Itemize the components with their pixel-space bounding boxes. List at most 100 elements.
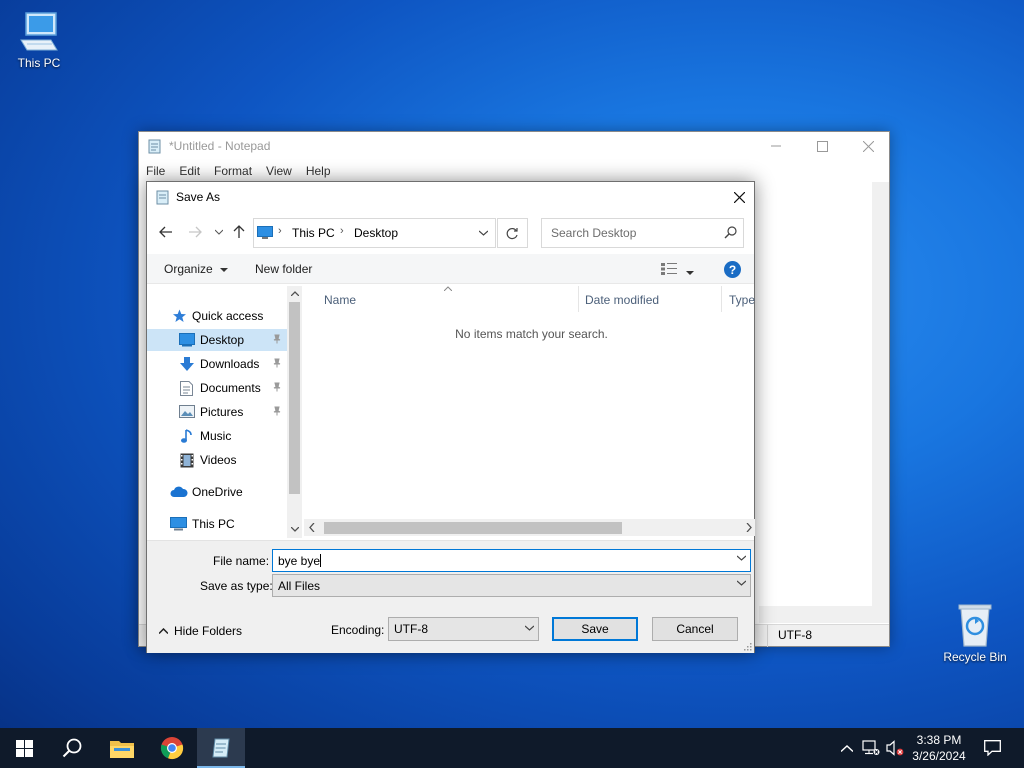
- chevron-down-icon: [215, 229, 223, 235]
- file-list-pane[interactable]: Name Date modified Type No items match y…: [304, 286, 755, 538]
- breadcrumb-desktop[interactable]: Desktop: [354, 226, 398, 240]
- pin-icon: [273, 382, 281, 392]
- nav-item-desktop[interactable]: Desktop: [147, 329, 287, 351]
- file-name-input[interactable]: bye bye: [272, 549, 751, 572]
- maximize-icon: [816, 140, 828, 152]
- taskbar-file-explorer[interactable]: [98, 728, 146, 768]
- menu-edit[interactable]: Edit: [172, 162, 207, 182]
- help-button[interactable]: ?: [724, 261, 741, 278]
- nav-item-pictures[interactable]: Pictures: [147, 401, 287, 423]
- desktop-icon-this-pc[interactable]: This PC: [1, 10, 77, 70]
- desktop-folder-icon: [179, 333, 195, 347]
- minimize-button[interactable]: [753, 132, 799, 160]
- taskbar-notepad[interactable]: [197, 728, 245, 768]
- notepad-horizontal-scrollbar[interactable]: [759, 606, 889, 623]
- dialog-titlebar[interactable]: Save As: [147, 182, 754, 212]
- chevron-down-icon[interactable]: [737, 555, 746, 561]
- network-status-button[interactable]: [860, 728, 882, 768]
- search-button[interactable]: [48, 728, 96, 768]
- refresh-button[interactable]: [497, 218, 528, 248]
- download-arrow-icon: [180, 357, 194, 371]
- nav-item-onedrive[interactable]: OneDrive: [147, 481, 287, 503]
- address-dropdown-button[interactable]: [471, 219, 495, 247]
- pin-icon: [273, 334, 281, 344]
- notepad-titlebar[interactable]: *Untitled - Notepad: [139, 132, 889, 160]
- scrollbar-thumb[interactable]: [324, 522, 622, 534]
- start-button[interactable]: [0, 728, 48, 768]
- folder-icon: [110, 740, 134, 758]
- desktop-icon-recycle-bin[interactable]: Recycle Bin: [937, 602, 1013, 664]
- status-encoding: UTF-8: [767, 625, 812, 647]
- back-button[interactable]: [157, 223, 175, 241]
- column-divider[interactable]: [578, 286, 579, 312]
- forward-button[interactable]: [186, 223, 204, 241]
- address-bar[interactable]: › This PC › Desktop: [253, 218, 496, 248]
- cancel-button[interactable]: Cancel: [652, 617, 738, 641]
- organize-label: Organize: [164, 262, 213, 276]
- menu-file[interactable]: File: [139, 162, 172, 182]
- column-header-date-modified[interactable]: Date modified: [585, 286, 659, 312]
- organize-button[interactable]: Organize: [164, 262, 229, 276]
- volume-button[interactable]: [884, 728, 906, 768]
- chrome-icon: [160, 737, 184, 760]
- new-folder-button[interactable]: New folder: [255, 262, 312, 276]
- column-header-name[interactable]: Name: [324, 286, 356, 312]
- resize-grip-icon[interactable]: [744, 643, 752, 651]
- close-button[interactable]: [845, 132, 891, 160]
- nav-item-quick-access[interactable]: Quick access: [147, 305, 287, 327]
- notepad-vertical-scrollbar[interactable]: [872, 182, 889, 614]
- nav-label: Music: [200, 429, 232, 443]
- document-icon: [180, 381, 193, 396]
- nav-item-this-pc[interactable]: This PC: [147, 513, 287, 535]
- view-options-button[interactable]: [661, 263, 679, 278]
- file-name-value: bye bye: [278, 554, 321, 568]
- up-arrow-icon: [233, 225, 245, 238]
- column-divider[interactable]: [721, 286, 722, 312]
- navigation-pane-scrollbar[interactable]: [287, 286, 302, 538]
- maximize-button[interactable]: [799, 132, 845, 160]
- file-name-label: File name:: [213, 554, 270, 568]
- up-button[interactable]: [230, 223, 248, 241]
- show-hidden-icons-button[interactable]: [838, 728, 856, 768]
- column-header-type[interactable]: Type: [729, 286, 755, 312]
- recent-locations-button[interactable]: [210, 223, 228, 241]
- scroll-down-button[interactable]: [287, 522, 302, 537]
- pin-icon: [273, 406, 281, 416]
- view-dropdown-button[interactable]: [686, 265, 694, 279]
- nav-item-documents[interactable]: Documents: [147, 377, 287, 399]
- nav-item-downloads[interactable]: Downloads: [147, 353, 287, 375]
- dialog-close-button[interactable]: [724, 182, 754, 212]
- notepad-icon: [156, 190, 169, 205]
- breadcrumb-separator-icon: ›: [278, 225, 282, 237]
- encoding-select[interactable]: UTF-8: [388, 617, 539, 641]
- menu-format[interactable]: Format: [207, 162, 259, 182]
- hide-folders-button[interactable]: Hide Folders: [159, 624, 242, 638]
- breadcrumb-this-pc[interactable]: This PC: [292, 226, 335, 240]
- help-icon: ?: [728, 262, 737, 277]
- nav-label: This PC: [192, 517, 235, 531]
- film-icon: [180, 453, 194, 468]
- menu-help[interactable]: Help: [299, 162, 338, 182]
- desktop-icon-label: Recycle Bin: [943, 650, 1007, 664]
- encoding-value: UTF-8: [394, 622, 428, 636]
- scroll-up-button[interactable]: [287, 286, 302, 301]
- this-pc-icon: [257, 226, 273, 239]
- clock[interactable]: 3:38 PM 3/26/2024: [904, 732, 974, 764]
- nav-item-videos[interactable]: Videos: [147, 449, 287, 471]
- nav-item-music[interactable]: Music: [147, 425, 287, 447]
- scrollbar-thumb[interactable]: [289, 302, 300, 494]
- pin-icon: [273, 358, 281, 368]
- save-button[interactable]: Save: [552, 617, 638, 641]
- file-list-horizontal-scrollbar[interactable]: [304, 519, 755, 536]
- back-arrow-icon: [159, 226, 172, 238]
- save-as-dialog[interactable]: Save As › This PC › Desktop Search Deskt…: [146, 181, 755, 653]
- chevron-down-icon: [478, 230, 488, 236]
- save-as-type-select[interactable]: All Files: [272, 574, 751, 597]
- taskbar-chrome[interactable]: [148, 728, 196, 768]
- chevron-right-icon: [746, 523, 752, 532]
- action-center-button[interactable]: [978, 728, 1006, 768]
- menu-view[interactable]: View: [259, 162, 299, 182]
- computer-icon: [170, 517, 187, 531]
- chevron-left-icon: [309, 523, 315, 532]
- search-box[interactable]: Search Desktop: [541, 218, 744, 248]
